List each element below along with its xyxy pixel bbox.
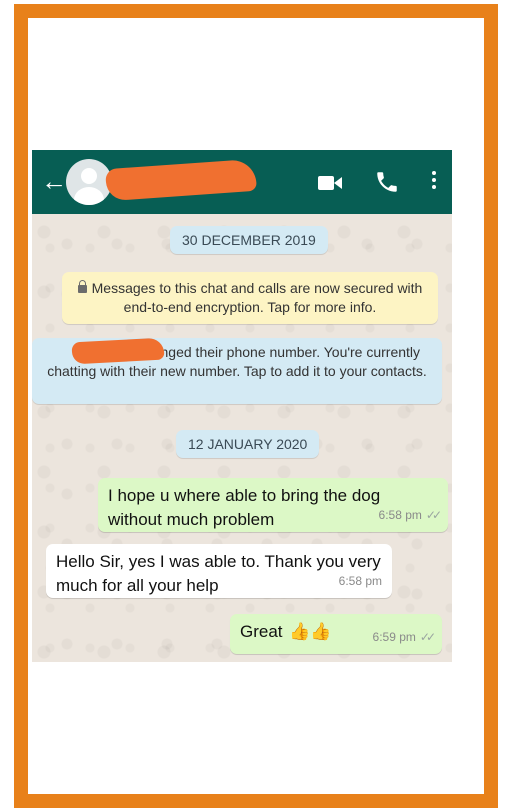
lock-icon [77,280,87,293]
thumbs-up-icon: 👍👍 [289,622,332,641]
double-check-icon: ✓✓ [425,508,442,522]
encryption-notice-text: Messages to this chat and calls are now … [91,280,423,315]
chat-header: ← [32,150,452,214]
chat-body: 30 DECEMBER 2019 Messages to this chat a… [32,214,452,662]
date-divider: 30 DECEMBER 2019 [170,226,328,254]
outgoing-message[interactable]: Great 👍👍 6:59 pm ✓✓ [230,614,442,654]
message-time: 6:58 pm [338,574,382,588]
incoming-message[interactable]: Hello Sir, yes I was able to. Thank you … [46,544,392,598]
message-text: Great [240,622,283,641]
outgoing-message[interactable]: I hope u where able to bring the dog wit… [98,478,448,532]
arrow-left-icon[interactable]: ← [40,166,68,196]
double-check-icon: ✓✓ [419,630,436,644]
voice-call-icon[interactable] [374,168,400,196]
date-divider: 12 JANUARY 2020 [176,430,320,458]
redacted-contact-name [105,158,257,202]
message-time: 6:59 pm ✓✓ [373,625,437,649]
more-options-icon[interactable] [428,168,440,196]
video-call-icon[interactable] [318,174,348,192]
chat-screen: ← 30 DECEMBER 2019 Messages to this chat… [32,150,452,662]
message-time: 6:58 pm ✓✓ [379,503,443,527]
message-text: Hello Sir, yes I was able to. Thank you … [56,552,381,595]
encryption-notice[interactable]: Messages to this chat and calls are now … [62,272,438,324]
message-text: I hope u where able to bring the dog wit… [108,486,381,529]
